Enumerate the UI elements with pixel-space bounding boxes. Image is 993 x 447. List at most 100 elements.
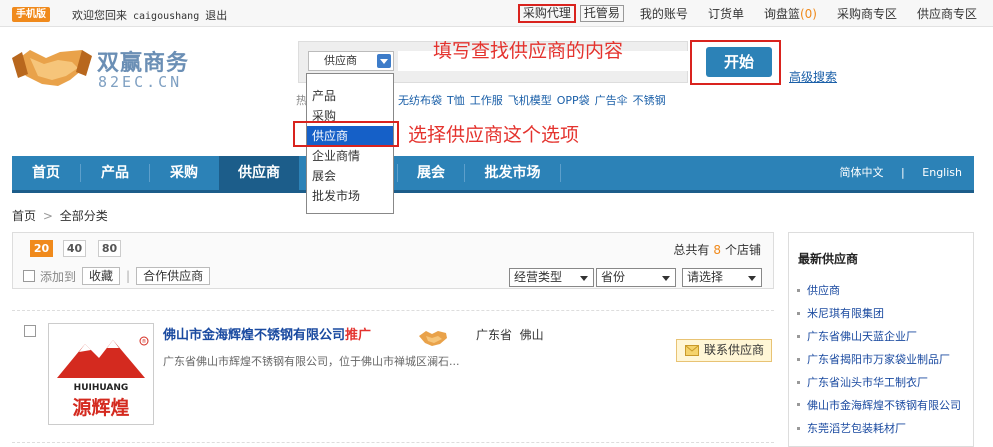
list-item[interactable]: 东莞滔艺包装耗材厂 bbox=[797, 417, 969, 440]
page-size-40[interactable]: 40 bbox=[63, 240, 86, 257]
company-name-text[interactable]: 佛山市金海辉煌不锈钢有限公司 bbox=[163, 328, 345, 343]
page-size-20[interactable]: 20 bbox=[30, 240, 53, 257]
site-logo[interactable]: 双赢商务 82EC.CN bbox=[12, 40, 202, 95]
list-divider bbox=[12, 442, 774, 443]
annotation-fill-search: 填写查找供应商的内容 bbox=[433, 40, 624, 62]
inquiry-count: (0) bbox=[799, 6, 817, 21]
inquiry-basket-link[interactable]: 询盘篮(0) bbox=[754, 5, 827, 23]
breadcrumb-home[interactable]: 首页 bbox=[12, 209, 36, 223]
company-logo[interactable]: ® HUIHUANG 源辉煌 bbox=[48, 323, 154, 425]
search-type-value: 供应商 bbox=[324, 54, 357, 67]
nav-purchase[interactable]: 采购 bbox=[150, 156, 218, 190]
breadcrumb: 首页 > 全部分类 bbox=[12, 207, 108, 224]
list-item[interactable]: 广东省汕头市华工制衣厂 bbox=[797, 371, 969, 394]
toolbar-divider: | bbox=[126, 269, 131, 283]
dropdown-option-exhibition[interactable]: 展会 bbox=[307, 166, 393, 186]
page-size-80[interactable]: 80 bbox=[98, 240, 121, 257]
total-number: 8 bbox=[713, 243, 721, 257]
province-select[interactable]: 省份 bbox=[596, 268, 676, 287]
top-bar: 手机版 欢迎您回来 caigoushang 退出 采购代理 托管易 我的账号 订货单… bbox=[0, 0, 993, 27]
promoted-tag: 推广 bbox=[345, 328, 372, 343]
list-divider bbox=[12, 310, 774, 311]
search-type-select[interactable]: 供应商 bbox=[308, 51, 394, 71]
nav-divider bbox=[560, 164, 561, 182]
procurement-agent-link[interactable]: 采购代理 bbox=[517, 4, 576, 23]
list-item[interactable]: 佛山市金海辉煌不锈钢有限公司 bbox=[797, 394, 969, 417]
welcome-label: 欢迎您回来 bbox=[72, 9, 127, 22]
hot-search-item[interactable]: 不锈钢 bbox=[633, 94, 666, 107]
listing-checkbox[interactable] bbox=[24, 325, 36, 337]
logout-link[interactable]: 退出 bbox=[205, 9, 227, 22]
advanced-search-link[interactable]: 高级搜索 bbox=[789, 68, 837, 85]
total-suffix: 个店铺 bbox=[724, 243, 761, 257]
list-item[interactable]: 米尼琪有限集团 bbox=[797, 302, 969, 325]
supplier-zone-link[interactable]: 供应商专区 bbox=[907, 5, 987, 23]
buyer-zone-link[interactable]: 采购商专区 bbox=[827, 5, 907, 23]
logo-chinese-text: 源辉煌 bbox=[72, 396, 129, 419]
total-count: 总共有 8 个店铺 bbox=[673, 241, 761, 258]
contact-supplier-button[interactable]: 联系供应商 bbox=[676, 339, 772, 362]
chevron-right-icon: > bbox=[42, 209, 53, 223]
breadcrumb-all-categories[interactable]: 全部分类 bbox=[60, 209, 108, 223]
nav-home[interactable]: 首页 bbox=[12, 156, 80, 190]
toolbar-actions: 添加到 收藏 | 合作供应商 bbox=[23, 267, 211, 285]
total-prefix: 总共有 bbox=[673, 243, 710, 257]
chevron-down-icon[interactable] bbox=[377, 54, 391, 68]
list-item[interactable]: 供应商 bbox=[797, 279, 969, 302]
order-link[interactable]: 订货单 bbox=[698, 5, 754, 23]
annotation-select-supplier: 选择供应商这个选项 bbox=[408, 124, 580, 146]
hot-search-item[interactable]: 飞机模型 bbox=[508, 94, 552, 107]
company-name[interactable]: 佛山市金海辉煌不锈钢有限公司推广 bbox=[163, 324, 371, 343]
inquiry-basket-label: 询盘篮 bbox=[763, 6, 800, 21]
lang-english[interactable]: English bbox=[922, 166, 962, 179]
contact-supplier-label: 联系供应商 bbox=[704, 343, 765, 357]
main-nav: 首页 产品 采购 供应商 展会 批发市场 简体中文 | English bbox=[12, 156, 974, 193]
nav-exhibition[interactable]: 展会 bbox=[398, 156, 464, 190]
logo-domain: 82EC.CN bbox=[98, 73, 183, 91]
escrow-link[interactable]: 托管易 bbox=[579, 5, 624, 22]
dropdown-option-product[interactable]: 产品 bbox=[307, 86, 393, 106]
username: caigoushang bbox=[133, 11, 200, 22]
latest-suppliers-list: 供应商 米尼琪有限集团 广东省佛山天蓝企业厂 广东省揭阳市万家袋业制品厂 广东省… bbox=[797, 279, 969, 440]
handshake-icon bbox=[419, 331, 447, 346]
hot-search-item[interactable]: 无纺布袋 bbox=[398, 94, 442, 107]
annotation-highlight-supplier bbox=[293, 121, 399, 147]
business-type-select[interactable]: 经营类型 bbox=[509, 268, 594, 287]
handshake-icon bbox=[12, 50, 92, 86]
dropdown-option-business-news[interactable]: 企业商情 bbox=[307, 146, 393, 166]
search-go-button[interactable]: 开始 bbox=[706, 47, 772, 77]
logo-registered-mark: ® bbox=[142, 338, 147, 345]
mobile-version-badge[interactable]: 手机版 bbox=[12, 7, 50, 22]
hot-search-links: 无纺布袋 T恤 工作服 飞机模型 OPP袋 广告伞 不锈钢 bbox=[398, 92, 671, 108]
favorite-button[interactable]: 收藏 bbox=[82, 267, 121, 285]
welcome-text: 欢迎您回来 caigoushang 退出 bbox=[72, 7, 227, 23]
select-all-checkbox[interactable] bbox=[23, 270, 35, 282]
hot-search-item[interactable]: T恤 bbox=[447, 94, 465, 107]
nav-supplier[interactable]: 供应商 bbox=[219, 156, 299, 190]
hot-search-item[interactable]: 工作服 bbox=[470, 94, 503, 107]
huihuang-logo-image: ® HUIHUANG 源辉煌 bbox=[57, 336, 149, 419]
top-links: 采购代理 托管易 我的账号 订货单 询盘篮(0) 采购商专区 供应商专区 bbox=[517, 4, 987, 23]
nav-products[interactable]: 产品 bbox=[81, 156, 149, 190]
nav-wholesale[interactable]: 批发市场 bbox=[465, 156, 560, 190]
latest-suppliers-panel: 最新供应商 供应商 米尼琪有限集团 广东省佛山天蓝企业厂 广东省揭阳市万家袋业制… bbox=[788, 232, 974, 447]
company-city: 佛山 bbox=[519, 328, 544, 342]
language-switch: 简体中文 | English bbox=[840, 156, 962, 190]
lang-divider: | bbox=[901, 166, 905, 179]
lang-chinese[interactable]: 简体中文 bbox=[840, 166, 884, 179]
company-description: 广东省佛山市辉煌不锈钢有限公司，位于佛山市禅城区澜石... bbox=[163, 355, 460, 368]
company-province: 广东省 bbox=[476, 328, 513, 342]
list-item[interactable]: 广东省揭阳市万家袋业制品厂 bbox=[797, 348, 969, 371]
company-location: 广东省 佛山 bbox=[476, 326, 544, 343]
city-select[interactable]: 请选择 bbox=[682, 268, 762, 287]
my-account-link[interactable]: 我的账号 bbox=[630, 5, 698, 23]
hot-search-item[interactable]: 广告伞 bbox=[595, 94, 628, 107]
result-toolbar: 20 40 80 总共有 8 个店铺 添加到 收藏 | 合作供应商 经营类型 省份 … bbox=[12, 232, 774, 289]
partner-supplier-button[interactable]: 合作供应商 bbox=[136, 267, 211, 285]
envelope-icon bbox=[685, 345, 699, 356]
hot-search-item[interactable]: OPP袋 bbox=[557, 94, 590, 107]
latest-suppliers-title: 最新供应商 bbox=[798, 252, 859, 266]
dropdown-option-wholesale-market[interactable]: 批发市场 bbox=[307, 186, 393, 206]
logo-english-text: HUIHUANG bbox=[74, 383, 129, 393]
list-item[interactable]: 广东省佛山天蓝企业厂 bbox=[797, 325, 969, 348]
